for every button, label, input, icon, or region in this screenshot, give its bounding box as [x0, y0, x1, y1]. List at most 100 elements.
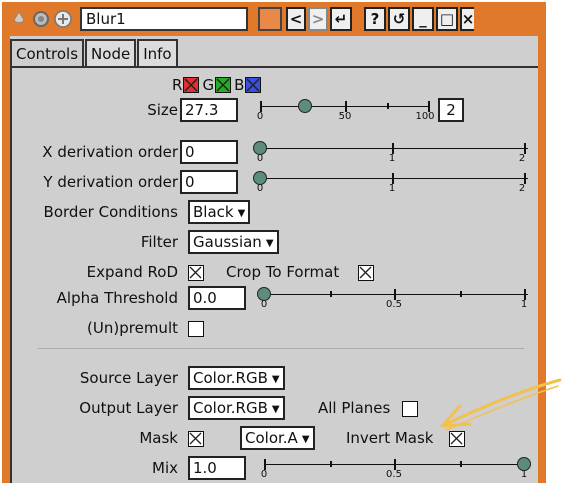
alpha-threshold-tick-label-1: 1: [520, 299, 528, 310]
border-conditions-dropdown[interactable]: Black ▼: [188, 200, 251, 224]
channel-selectors: R G B: [172, 75, 264, 95]
node-icon: [8, 8, 30, 30]
source-layer-label: Source Layer: [79, 369, 178, 387]
mix-row: Mix 1.0 0 0.5 1: [12, 456, 538, 482]
close-label: ×: [461, 10, 475, 28]
output-layer-dropdown[interactable]: Color.RGB ▼: [188, 396, 285, 420]
enter-group-button[interactable]: ↵: [330, 7, 352, 31]
prev-label: <: [289, 10, 303, 28]
mix-label: Mix: [152, 459, 178, 477]
chevron-down-icon: ▼: [237, 208, 246, 219]
channel-g-checkbox[interactable]: [215, 77, 232, 93]
tab-info[interactable]: Info: [137, 39, 178, 67]
prev-button[interactable]: <: [286, 7, 306, 31]
section-divider: [38, 348, 524, 349]
enter-group-label: ↵: [334, 10, 348, 28]
chevron-down-icon: ▼: [265, 238, 274, 249]
alpha-threshold-row: Alpha Threshold 0.0 0 0.5 1: [12, 286, 538, 312]
close-button[interactable]: ×: [460, 7, 474, 31]
y-derivation-row: Y derivation order 0 0 1 2: [12, 170, 538, 196]
mix-slider-handle[interactable]: [517, 457, 531, 471]
node-name-field[interactable]: Blur1: [80, 7, 248, 31]
channel-r-checkbox[interactable]: [183, 77, 200, 93]
mask-label: Mask: [139, 429, 178, 447]
source-layer-value: Color.RGB: [193, 369, 268, 387]
y-derivation-tick-label-1: 1: [388, 183, 396, 194]
all-planes-checkbox[interactable]: [402, 401, 418, 417]
y-derivation-tick-label-2: 2: [518, 183, 526, 194]
float-button[interactable]: □: [436, 7, 458, 31]
filter-label: Filter: [140, 233, 178, 251]
mix-slider[interactable]: 0 0.5 1: [260, 456, 531, 482]
output-layer-value: Color.RGB: [193, 399, 268, 417]
gear-icon[interactable]: [30, 8, 52, 30]
x-derivation-slider-track: [260, 148, 528, 149]
border-conditions-label: Border Conditions: [43, 203, 178, 221]
x-derivation-tick-label-2: 2: [518, 153, 526, 164]
mask-checkbox[interactable]: [188, 431, 204, 447]
chevron-down-icon: ▼: [271, 404, 280, 415]
all-planes-label: All Planes: [318, 399, 391, 417]
expand-crop-row: Expand RoD Crop To Format: [12, 260, 538, 286]
node-color-swatch[interactable]: [258, 7, 282, 31]
x-derivation-slider[interactable]: 0 1 2: [253, 140, 528, 166]
x-derivation-tick-label-1: 1: [388, 153, 396, 164]
unpremult-row: (Un)premult: [12, 316, 538, 342]
source-layer-dropdown[interactable]: Color.RGB ▼: [188, 366, 285, 390]
unpremult-checkbox[interactable]: [188, 321, 204, 337]
size-slider-handle[interactable]: [297, 99, 312, 113]
expand-rod-label: Expand RoD: [86, 263, 178, 281]
size-tick-label-100: 100: [415, 111, 435, 122]
mix-input[interactable]: 1.0: [188, 456, 246, 480]
alpha-threshold-input[interactable]: 0.0: [188, 286, 246, 310]
help-button[interactable]: ?: [364, 7, 386, 31]
panel-frame-left: [2, 2, 10, 483]
x-derivation-input[interactable]: 0: [180, 140, 238, 164]
next-button[interactable]: >: [308, 7, 328, 31]
size-input[interactable]: 27.3: [180, 98, 238, 122]
border-conditions-value: Black: [193, 203, 234, 221]
expand-rod-checkbox[interactable]: [188, 265, 204, 281]
filter-value: Gaussian: [193, 233, 262, 251]
tab-node[interactable]: Node: [85, 39, 137, 67]
x-derivation-slider-handle[interactable]: [253, 141, 267, 155]
y-derivation-slider[interactable]: 0 1 2: [253, 170, 528, 196]
y-derivation-slider-track: [260, 178, 528, 179]
mix-tick-label-05: 0.5: [386, 469, 402, 480]
mix-slider-track: [264, 464, 528, 465]
unpremult-label: (Un)premult: [87, 319, 178, 337]
channel-b-label: B: [234, 76, 245, 94]
mix-tick-small-2: [460, 461, 462, 467]
x-derivation-row: X derivation order 0 0 1 2: [12, 140, 538, 166]
size-dimension-button[interactable]: 2: [438, 98, 464, 122]
chevron-down-icon: ▼: [271, 374, 280, 385]
y-derivation-input[interactable]: 0: [180, 170, 238, 194]
filter-dropdown[interactable]: Gaussian ▼: [188, 230, 279, 254]
size-row: Size 27.3 0 50 100 2: [12, 98, 538, 124]
y-derivation-label: Y derivation order: [43, 173, 178, 191]
help-label: ?: [370, 10, 380, 28]
alpha-threshold-slider-handle[interactable]: [257, 287, 271, 301]
chevron-down-icon: ▼: [301, 434, 310, 445]
channel-g-label: G: [202, 76, 215, 94]
mask-channel-value: Color.A: [245, 429, 298, 447]
float-label: □: [439, 10, 455, 28]
restore-defaults-label: ↺: [392, 10, 406, 28]
tab-controls[interactable]: Controls: [10, 39, 85, 67]
mix-tick-label-0: 0: [260, 469, 268, 480]
minimize-label: _: [419, 10, 427, 28]
restore-defaults-button[interactable]: ↺: [388, 7, 410, 31]
y-derivation-slider-handle[interactable]: [253, 171, 267, 185]
title-bar: Blur1 < > ↵ ? ↺ _ □ ×: [8, 6, 546, 32]
channel-b-checkbox[interactable]: [245, 77, 262, 93]
alpha-threshold-slider[interactable]: 0 0.5 1: [257, 286, 528, 312]
crop-to-format-checkbox[interactable]: [358, 265, 374, 281]
mix-tick-small-1: [330, 461, 332, 467]
size-tick-label-0: 0: [256, 111, 264, 122]
minimize-button[interactable]: _: [412, 7, 434, 31]
plus-icon[interactable]: [52, 8, 74, 30]
size-slider[interactable]: 0 50 100: [256, 98, 435, 124]
invert-mask-label: Invert Mask: [346, 429, 434, 447]
x-derivation-label: X derivation order: [42, 143, 178, 161]
mask-channel-dropdown[interactable]: Color.A ▼: [240, 426, 315, 450]
